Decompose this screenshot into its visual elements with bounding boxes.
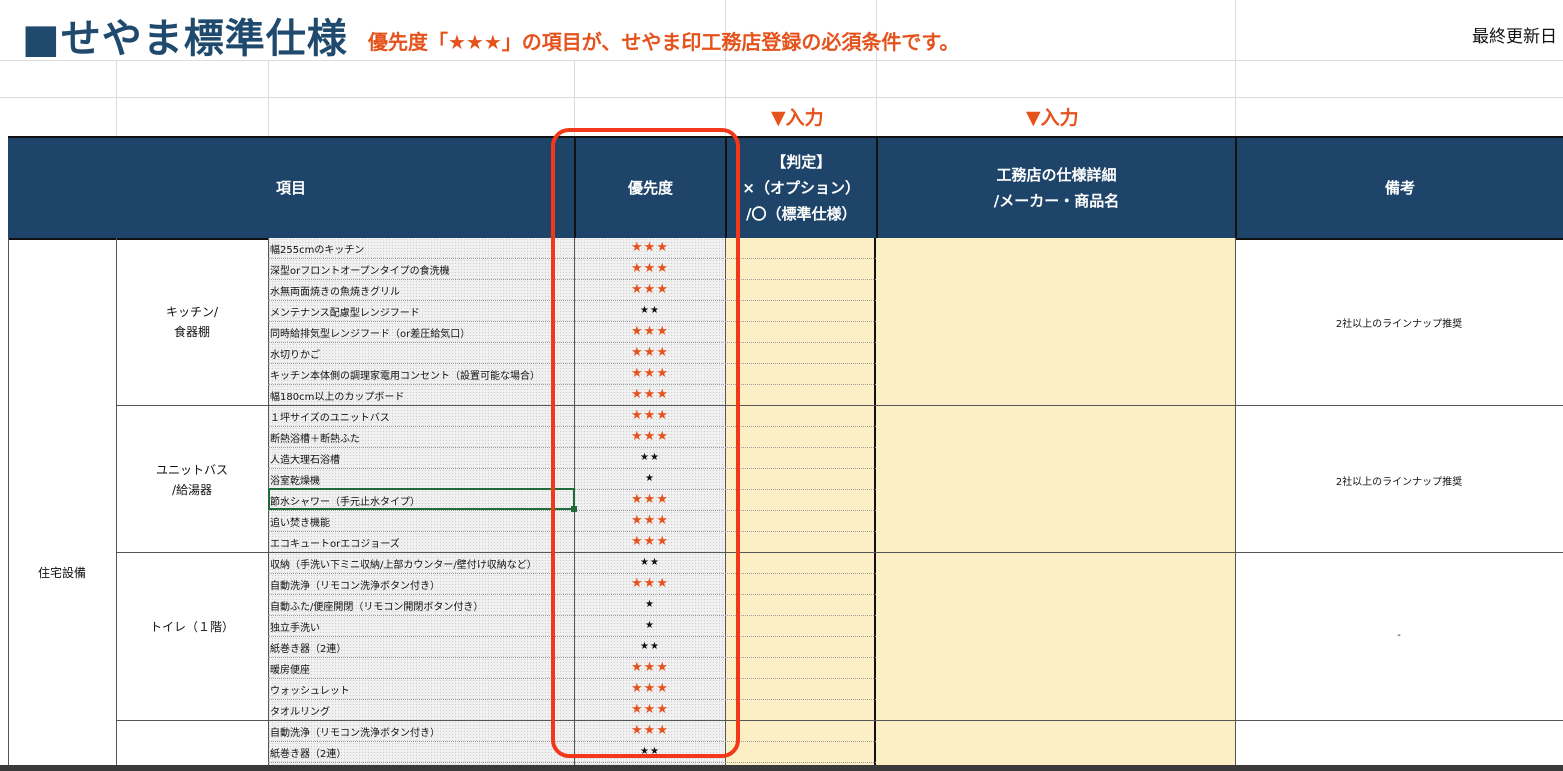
row-item-label: ウォッシュレット <box>270 686 350 697</box>
page-title: ■せやま標準仕様 <box>22 16 348 62</box>
row-item-label: 人造大理石浴槽 <box>270 455 340 466</box>
sub-category-line1: キッチン/ <box>165 305 219 319</box>
row-item-label: 幅255cmのキッチン <box>270 245 365 256</box>
row-item-label: 独立手洗い <box>270 623 320 634</box>
row-item-label: 水切りかご <box>270 350 320 361</box>
sheet-gridline <box>268 60 269 136</box>
row-item-label: 深型orフロントオープンタイプの食洗機 <box>270 266 450 277</box>
header-item[interactable]: 項目 <box>8 138 574 238</box>
row-item-label: 断熱浴槽＋断熱ふた <box>270 434 360 445</box>
spec-detail-column[interactable] <box>876 238 1235 771</box>
row-item-label: 自動洗浄（リモコン洗浄ボタン付き） <box>270 581 440 592</box>
row-item-label: 収納（手洗い下ミニ収納/上部カウンター/壁付け収納など） <box>270 560 537 571</box>
header-spec-line1: 工務店の仕様詳細 <box>996 166 1117 184</box>
sub-category-line1: ユニットバス <box>155 462 228 477</box>
input-marker-spec: ▼入力 <box>1026 107 1079 129</box>
sheet-gridline <box>574 60 575 136</box>
header-notes-label: 備考 <box>1384 179 1415 197</box>
header-spec-detail[interactable]: 工務店の仕様詳細 /メーカー・商品名 <box>876 138 1235 238</box>
sheet-gridline <box>876 0 877 136</box>
main-category-label[interactable]: 住宅設備 <box>8 564 116 581</box>
selected-cell[interactable] <box>268 488 575 510</box>
row-note[interactable]: - <box>1235 630 1563 641</box>
row-item-label: タオルリング <box>270 707 330 718</box>
sub-category-label[interactable]: トイレ（１階） <box>116 617 268 637</box>
header-spec-line2: /メーカー・商品名 <box>993 192 1120 210</box>
header-judgement-line1: 【判定】 <box>771 153 832 171</box>
header-item-label: 項目 <box>275 179 306 197</box>
row-note[interactable]: 2社以上のラインナップ推奨 <box>1235 315 1563 330</box>
sub-category-line2: /給湯器 <box>171 482 213 497</box>
table-header: 項目 優先度 【判定】 ×（オプション） /〇（標準仕様） 工務店の仕様詳細 /… <box>8 136 1563 240</box>
row-item-label: 追い焚き機能 <box>270 518 330 529</box>
priority-highlight-box <box>551 128 740 758</box>
header-judgement-line2: ×（オプション） <box>742 179 860 197</box>
sub-category-line2: 食器棚 <box>173 325 210 339</box>
column-divider <box>8 238 9 771</box>
sub-category-label[interactable]: キッチン/食器棚 <box>116 302 268 342</box>
page-subtitle: 優先度「★★★」の項目が、せやま印工務店登録の必須条件です。 <box>368 30 960 54</box>
row-item-label: 紙巻き器（2連） <box>270 644 347 655</box>
sheet-gridline <box>0 97 1563 98</box>
header-judgement-line3: /〇（標準仕様） <box>745 205 857 223</box>
row-item-label: エコキュートorエコジョーズ <box>270 539 400 550</box>
row-item-label: 幅180cm以上のカップボード <box>270 392 405 403</box>
row-item-label: 水無両面焼きの魚焼きグリル <box>270 287 400 298</box>
row-item-label: １坪サイズのユニットバス <box>270 413 390 424</box>
row-note[interactable]: 2社以上のラインナップ推奨 <box>1235 473 1563 488</box>
last-updated-label[interactable]: 最終更新日 <box>1472 22 1557 47</box>
sub-category-line1: トイレ（１階） <box>149 620 234 634</box>
row-item-label: 暖房便座 <box>270 665 310 676</box>
horizontal-scrollbar[interactable] <box>0 765 1563 771</box>
header-judgement[interactable]: 【判定】 ×（オプション） /〇（標準仕様） <box>725 138 876 238</box>
sheet-gridline <box>725 0 726 136</box>
row-item-label: 自動洗浄（リモコン洗浄ボタン付き） <box>270 728 440 739</box>
input-marker-judgement: ▼入力 <box>771 107 824 129</box>
table-body: 住宅設備 幅255cmのキッチン ★★★ 深型orフロントオープンタイプの食洗機 ★★… <box>8 238 1563 771</box>
row-item-label: キッチン本体側の調理家電用コンセント（設置可能な場合） <box>270 371 540 382</box>
row-item-label: 紙巻き器（2連） <box>270 749 347 760</box>
header-notes[interactable]: 備考 <box>1235 138 1563 238</box>
row-item-label: メンテナンス配慮型レンジフード <box>270 308 420 319</box>
sub-category-label[interactable]: ユニットバス/給湯器 <box>116 460 268 500</box>
row-item-label: 同時給排気型レンジフード（or差圧給気口） <box>270 329 471 340</box>
sheet-gridline <box>116 60 117 136</box>
row-item-label: 自動ふた/便座開閉（リモコン開閉ボタン付き） <box>270 602 484 613</box>
sheet-gridline <box>1235 0 1236 136</box>
row-item-label: 浴室乾燥機 <box>270 476 320 487</box>
